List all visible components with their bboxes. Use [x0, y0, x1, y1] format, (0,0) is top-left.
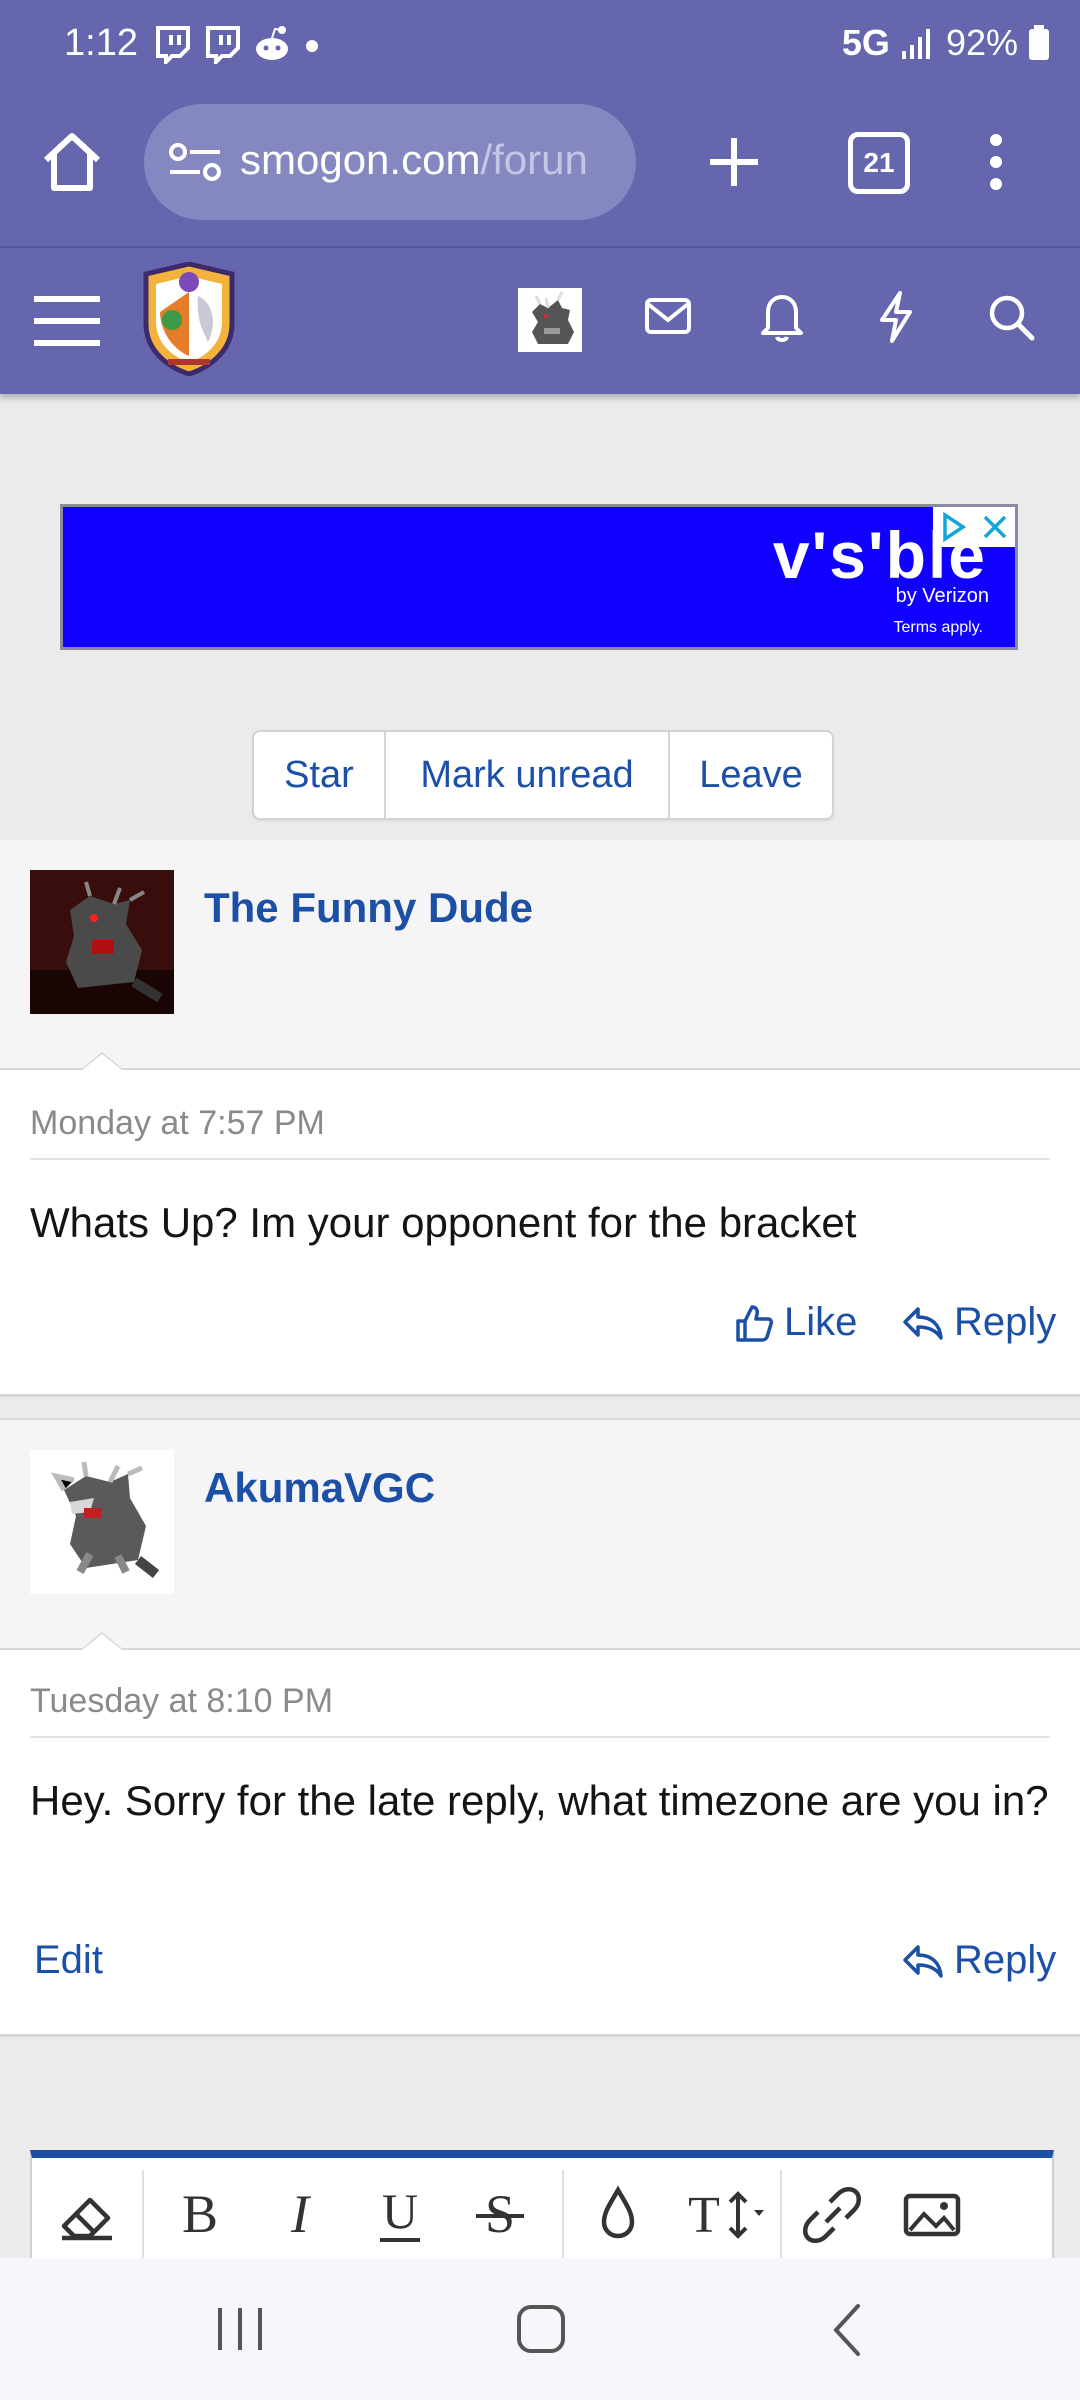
url-path: /forun [480, 136, 588, 183]
mark-unread-button[interactable]: Mark unread [386, 732, 670, 818]
svg-text:U: U [382, 2183, 418, 2239]
more-menu-icon[interactable] [976, 126, 1016, 198]
avatar[interactable] [30, 1450, 174, 1594]
strikethrough-icon[interactable]: S [458, 2172, 542, 2256]
system-navigation-bar [0, 2258, 1080, 2400]
message: The Funny Dude Monday at 7:57 PM Whats U… [0, 840, 1080, 1396]
address-bar[interactable]: smogon.com/forun [144, 104, 636, 220]
avatar-image [30, 870, 174, 1014]
url-text: smogon.com/forun [240, 136, 588, 184]
like-label: Like [784, 1300, 858, 1344]
reply-button[interactable]: Reply [902, 1938, 1056, 1983]
status-bar: 1:12 5G 92% [0, 0, 1080, 96]
home-icon[interactable] [36, 126, 108, 198]
message-user-header: The Funny Dude [0, 840, 1080, 1070]
site-header [0, 248, 1080, 394]
smogon-logo[interactable] [138, 262, 240, 376]
svg-text:B: B [182, 2184, 218, 2244]
battery-percent: 92% [945, 22, 1018, 63]
italic-icon[interactable]: I [258, 2172, 342, 2256]
username[interactable]: AkumaVGC [204, 1464, 435, 1512]
ad-controls [933, 507, 1015, 547]
reddit-notification-icon [256, 26, 288, 60]
message-date[interactable]: Monday at 7:57 PM [30, 1104, 325, 1143]
bold-icon[interactable]: B [158, 2172, 242, 2256]
site-settings-icon[interactable] [166, 142, 226, 182]
reply-arrow-icon [903, 1944, 943, 1978]
new-tab-icon[interactable] [698, 126, 770, 198]
tab-switcher-button[interactable]: 21 [848, 132, 910, 194]
recent-apps-icon[interactable] [212, 2304, 268, 2354]
svg-text:T: T [688, 2187, 720, 2244]
twitch-notification-icon [206, 26, 240, 64]
whats-new-lightning-icon[interactable] [876, 290, 916, 344]
message: AkumaVGC Tuesday at 8:10 PM Hey. Sorry f… [0, 1418, 1080, 2036]
search-icon[interactable] [986, 292, 1036, 342]
twitch-notification-icon [156, 26, 190, 64]
leave-button[interactable]: Leave [670, 732, 832, 818]
image-icon[interactable] [890, 2172, 974, 2256]
username[interactable]: The Funny Dude [204, 884, 533, 932]
back-nav-icon[interactable] [826, 2302, 866, 2358]
aggron-sprite-icon [532, 291, 574, 344]
reply-label: Reply [954, 1300, 1057, 1344]
thumbs-up-icon [736, 1304, 774, 1342]
text-size-icon[interactable]: T [668, 2172, 778, 2256]
home-nav-icon[interactable] [516, 2302, 566, 2356]
network-type: 5G [841, 22, 890, 63]
message-body: Whats Up? Im your opponent for the brack… [30, 1199, 857, 1246]
status-time: 1:12 [64, 22, 138, 64]
ad-close-icon[interactable] [975, 507, 1015, 547]
reply-arrow-icon [903, 1306, 943, 1340]
svg-text:I: I [290, 2184, 312, 2244]
avatar[interactable] [30, 870, 174, 1014]
dot-icon [306, 40, 318, 52]
reply-label: Reply [954, 1938, 1057, 1982]
ad-terms: Terms apply. [893, 619, 983, 636]
signal-icon [901, 29, 930, 59]
notifications-bell-icon[interactable] [760, 290, 804, 342]
message-user-header: AkumaVGC [0, 1418, 1080, 1650]
text-color-icon[interactable] [576, 2172, 660, 2256]
user-avatar-thumbnail[interactable] [518, 288, 582, 352]
edit-button[interactable]: Edit [34, 1938, 103, 1983]
star-button[interactable]: Star [254, 732, 386, 818]
browser-toolbar: smogon.com/forun 21 [0, 96, 1080, 248]
underline-icon[interactable]: U [358, 2172, 442, 2256]
reply-button[interactable]: Reply [902, 1300, 1056, 1345]
url-host: smogon.com [240, 136, 481, 183]
thread-action-group: Star Mark unread Leave [252, 730, 834, 820]
ad-subtitle: by Verizon [895, 585, 989, 607]
reply-editor-toolbar: B I U S T [30, 2150, 1054, 2266]
edit-label: Edit [34, 1938, 103, 1982]
eraser-icon[interactable] [46, 2172, 130, 2256]
link-icon[interactable] [790, 2172, 874, 2256]
battery-icon [1029, 25, 1049, 60]
inbox-icon[interactable] [644, 296, 692, 336]
avatar-image [30, 1450, 174, 1594]
message-date[interactable]: Tuesday at 8:10 PM [30, 1682, 333, 1721]
like-button[interactable]: Like [734, 1300, 857, 1345]
adchoices-icon[interactable] [933, 507, 973, 547]
ad-banner[interactable]: v's'ble by Verizon Terms apply. [60, 504, 1018, 650]
message-body: Hey. Sorry for the late reply, what time… [30, 1777, 1049, 1824]
hamburger-menu-icon[interactable] [34, 294, 100, 348]
